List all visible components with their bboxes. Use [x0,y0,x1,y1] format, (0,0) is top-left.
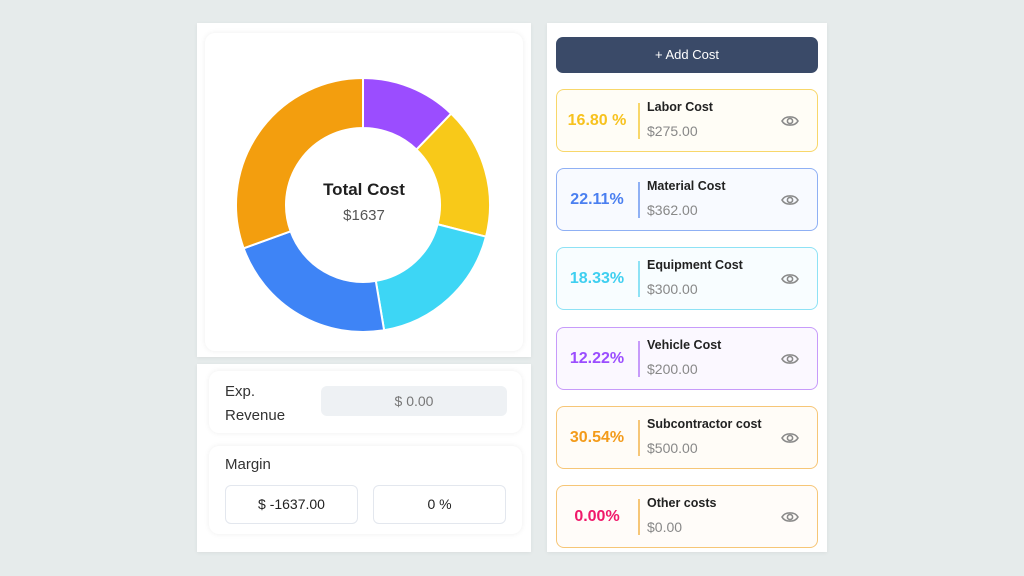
cost-divider [638,103,640,139]
cost-card[interactable]: 30.54% Subcontractor cost $500.00 [556,406,818,469]
cost-amount: $275.00 [647,123,698,139]
cost-percent: 22.11% [570,191,624,208]
chart-card: Total Cost $1637 [205,33,523,351]
cost-name: Vehicle Cost [647,338,722,352]
donut-slice-equipment-cost[interactable] [374,223,488,332]
cost-percent: 18.33% [569,270,625,287]
costs-panel: + Add Cost 16.80 % Labor Cost $275.00 22.11… [547,23,827,552]
chart-panel: Total Cost $1637 [197,23,531,357]
cost-percent: 0.00% [574,508,620,525]
revenue-input[interactable]: $ 0.00 [321,386,507,416]
chart-center-title: Total Cost [323,180,405,199]
cost-card[interactable]: 18.33% Equipment Cost $300.00 [556,247,818,310]
cost-amount: $200.00 [647,361,698,377]
add-cost-button[interactable]: + Add Cost [556,37,818,73]
cost-name: Subcontractor cost [647,417,762,431]
cost-name: Labor Cost [647,100,713,114]
revenue-card: Exp. Revenue $ 0.00 [209,371,522,433]
cost-divider [638,499,640,535]
cost-percent: 16.80 % [567,112,627,129]
cost-amount: $0.00 [647,519,683,535]
margin-percent-field[interactable]: 0 % [373,485,506,524]
summary-panel: Exp. Revenue $ 0.00 Margin $ -1637.00 0 … [197,364,531,552]
eye-icon[interactable] [781,510,799,524]
cost-card[interactable]: 16.80 % Labor Cost $275.00 [556,89,818,152]
cost-divider [638,420,640,456]
cost-amount: $300.00 [647,281,698,297]
cost-name: Other costs [647,496,717,510]
cost-card[interactable]: 12.22% Vehicle Cost $200.00 [556,327,818,390]
eye-icon[interactable] [781,431,799,445]
cost-amount: $362.00 [647,202,698,218]
cost-percent: 30.54% [569,429,625,446]
eye-icon[interactable] [781,352,799,366]
cost-name: Material Cost [647,179,726,193]
cost-name: Equipment Cost [647,258,743,272]
margin-card: Margin $ -1637.00 0 % [209,446,522,534]
eye-icon[interactable] [781,272,799,286]
margin-amount-field[interactable]: $ -1637.00 [225,485,358,524]
eye-icon[interactable] [781,193,799,207]
cost-percent: 12.22% [569,350,625,367]
margin-label: Margin [225,456,271,473]
cost-card[interactable]: 22.11% Material Cost $362.00 [556,168,818,231]
cost-amount: $500.00 [647,440,698,456]
eye-icon[interactable] [781,114,799,128]
cost-divider [638,341,640,377]
cost-divider [638,261,640,297]
cost-divider [638,182,640,218]
donut-slice-material-cost[interactable] [242,230,386,333]
revenue-label: Exp. Revenue [225,383,286,424]
chart-center-value: $1637 [343,207,385,224]
cost-card[interactable]: 0.00% Other costs $0.00 [556,485,818,548]
